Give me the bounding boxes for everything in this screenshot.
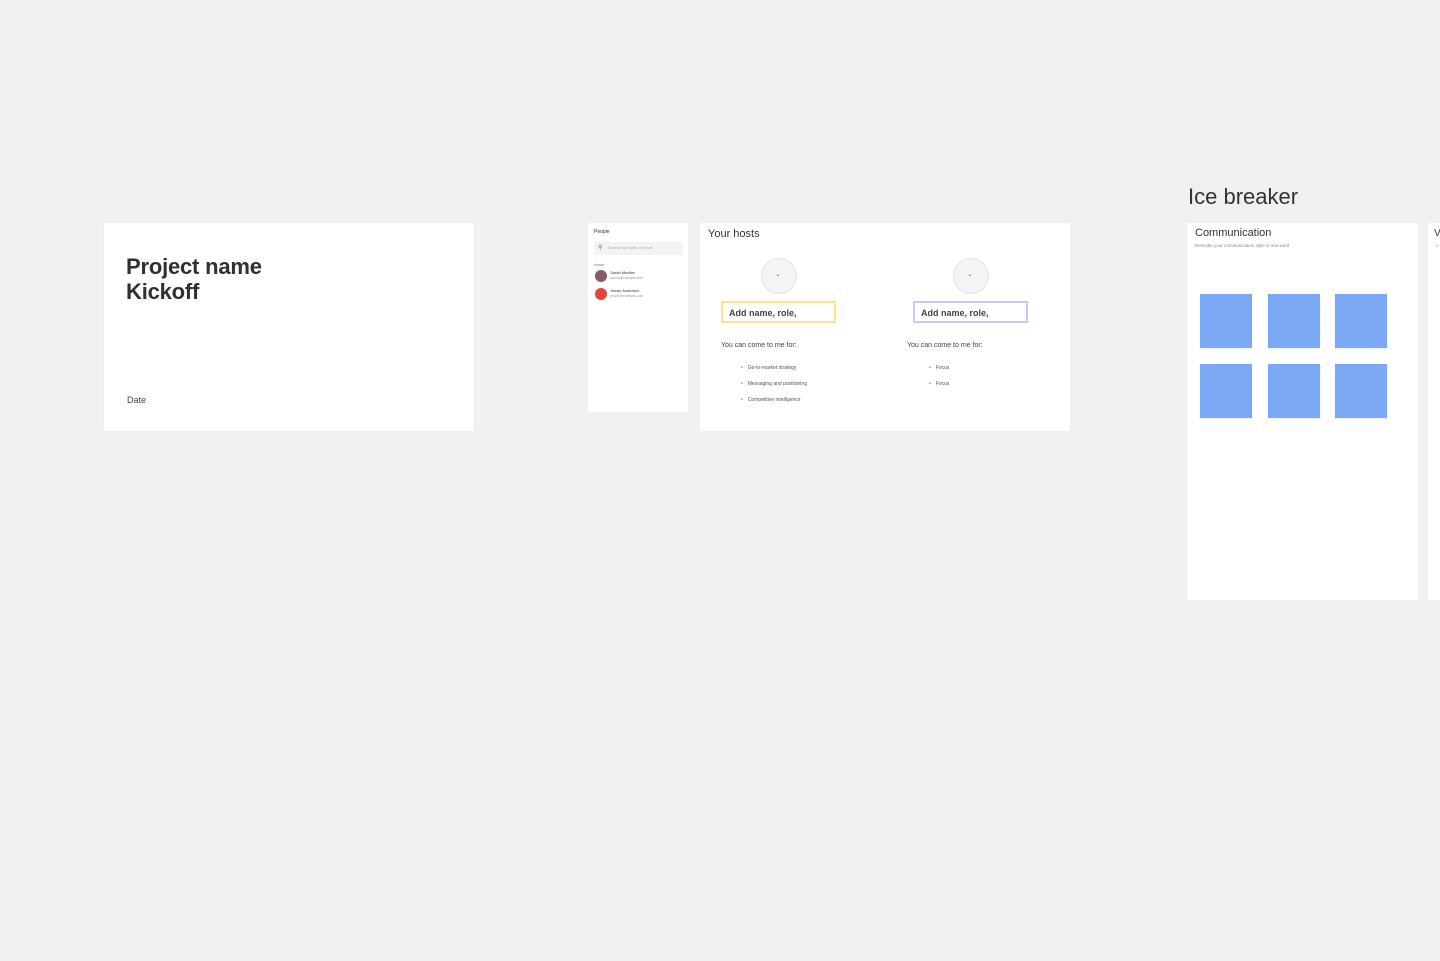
communication-description: Describe your communication style in one…: [1195, 243, 1290, 248]
next-card[interactable]: V D: [1428, 223, 1440, 600]
hosts-card-title: Your hosts: [708, 228, 760, 240]
people-panel[interactable]: People ⚲ Search by name or email Hosts S…: [588, 223, 688, 412]
list-item: Go-to-market strategy: [741, 360, 807, 376]
person-row[interactable]: Jessie Anderson jessie@example.com: [595, 287, 683, 301]
host-caption: You can come to me for:: [721, 342, 797, 349]
host-topics-list: Focus Focus: [929, 360, 950, 392]
person-name: Sarah Mueller: [610, 270, 635, 275]
hosts-card[interactable]: Your hosts • Add name, role, You can com…: [700, 223, 1070, 431]
search-placeholder: Search by name or email: [608, 245, 653, 250]
host-topics-list: Go-to-market strategy Messaging and posi…: [741, 360, 807, 408]
ice-breaker-heading: Ice breaker: [1188, 184, 1299, 209]
person-email: jessie@example.com: [610, 294, 644, 298]
person-email: sarah@example.com: [610, 276, 644, 280]
list-item: Focus: [929, 376, 950, 392]
host-photo-placeholder[interactable]: •: [761, 258, 797, 294]
avatar: [595, 270, 607, 282]
sticky-note[interactable]: [1335, 364, 1387, 418]
next-card-title-fragment: V: [1434, 228, 1440, 239]
list-item: Competitive intelligence: [741, 392, 807, 408]
list-item: Focus: [929, 360, 950, 376]
person-name: Jessie Anderson: [610, 288, 640, 293]
person-row[interactable]: Sarah Mueller sarah@example.com: [595, 269, 683, 283]
next-card-desc-fragment: D: [1436, 243, 1439, 248]
avatar: [595, 288, 607, 300]
sticky-note[interactable]: [1200, 364, 1252, 418]
communication-title: Communication: [1195, 227, 1272, 239]
people-search-input[interactable]: ⚲ Search by name or email: [594, 242, 683, 255]
sticky-note[interactable]: [1268, 294, 1320, 348]
sticky-note[interactable]: [1268, 364, 1320, 418]
host-photo-placeholder[interactable]: •: [953, 258, 989, 294]
camera-icon: •: [969, 273, 971, 279]
kickoff-heading: Kickoff: [126, 279, 200, 304]
list-item: Messaging and positioning: [741, 376, 807, 392]
people-panel-header: People: [594, 229, 610, 235]
communication-card[interactable]: Communication Describe your communicatio…: [1187, 223, 1418, 600]
people-section-label: Hosts: [594, 262, 605, 267]
sticky-note[interactable]: [1200, 294, 1252, 348]
title-card[interactable]: Project name Kickoff Date: [104, 223, 474, 431]
date-label: Date: [127, 395, 147, 405]
host-name-field[interactable]: Add name, role,: [721, 301, 836, 323]
host-caption: You can come to me for:: [907, 342, 983, 349]
sticky-note[interactable]: [1335, 294, 1387, 348]
project-name-heading: Project name: [126, 254, 262, 279]
camera-icon: •: [777, 273, 779, 279]
search-icon: ⚲: [598, 245, 603, 251]
host-name-field[interactable]: Add name, role,: [913, 301, 1028, 323]
